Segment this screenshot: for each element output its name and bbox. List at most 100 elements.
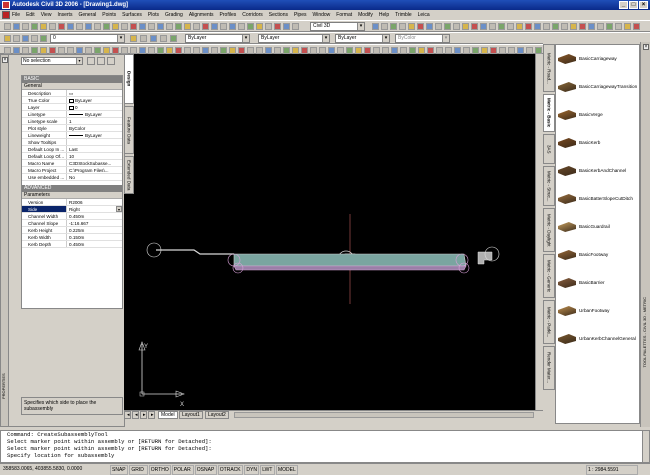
toolbar-button[interactable] [417, 23, 424, 30]
toolbar-button[interactable] [301, 47, 308, 54]
toolbar-button[interactable] [130, 35, 137, 42]
tool-basicfootway[interactable]: BasicFootway [558, 247, 640, 263]
toolbar-button[interactable] [148, 47, 155, 54]
toolbar-button[interactable] [40, 47, 47, 54]
property-row-kerb-depth[interactable]: Kerb Depth 0.450m [22, 241, 122, 248]
tab-nav-last[interactable]: ▸ [148, 411, 155, 419]
toggle-pickadd-button[interactable] [87, 57, 95, 65]
status-toggle-osnap[interactable]: OSNAP [194, 465, 217, 475]
tool-basiccarriagewaytransition[interactable]: BasicCarriagewayTransition [558, 79, 640, 95]
menu-sections[interactable]: Sections [269, 12, 288, 18]
toolbar-button[interactable] [184, 23, 191, 30]
toolbar-button[interactable] [346, 47, 353, 54]
toolbar-button[interactable] [372, 23, 379, 30]
toolbar-button[interactable] [4, 47, 11, 54]
tool-basicbarrier[interactable]: BasicBarrier [558, 275, 640, 291]
toolbar-button[interactable] [570, 23, 577, 30]
toolbar-button[interactable] [40, 23, 47, 30]
toolbar-button[interactable] [85, 23, 92, 30]
menu-surfaces[interactable]: Surfaces [122, 12, 142, 18]
menu-alignments[interactable]: Alignments [189, 12, 214, 18]
toolbar-button[interactable] [193, 47, 200, 54]
toolbar-button[interactable] [40, 35, 47, 42]
toolbar-button[interactable] [76, 23, 83, 30]
toolbar-button[interactable] [283, 47, 290, 54]
property-value[interactable]: -1:16.667 [67, 220, 122, 226]
status-toggle-grid[interactable]: GRID [129, 465, 148, 475]
property-value[interactable]: R2006 [67, 199, 122, 205]
property-row-true-color[interactable]: True Color ByLayer [22, 97, 122, 104]
toolbar-button[interactable] [157, 23, 164, 30]
menu-inserts[interactable]: Inserts [57, 12, 72, 18]
layer-combo[interactable]: 0 ▾ [50, 34, 125, 43]
toolbar-button[interactable] [552, 23, 559, 30]
toolbar-button[interactable] [274, 23, 281, 30]
toolbar-button[interactable] [202, 47, 209, 54]
property-value[interactable]: C3DStockSubasse... [67, 160, 122, 166]
property-row-kerb-height[interactable]: Kerb Height 0.225m [22, 227, 122, 234]
toolbar-button[interactable] [166, 23, 173, 30]
menu-points[interactable]: Points [102, 12, 116, 18]
menu-file[interactable]: File [12, 12, 20, 18]
property-row-plot-style[interactable]: Plot style ByColor [22, 125, 122, 132]
toolbar-button[interactable] [13, 35, 20, 42]
toolbar-button[interactable] [170, 35, 177, 42]
tab-feature-data[interactable]: Feature Data [124, 106, 134, 154]
selection-dropdown[interactable]: No selection ▾ [21, 57, 83, 65]
tool-basickerbandchannel[interactable]: BasicKerbAndChannel [558, 163, 640, 179]
tool-basicverge[interactable]: BasicVerge [558, 107, 640, 123]
toolbar-button[interactable] [13, 47, 20, 54]
toolbar-button[interactable] [328, 47, 335, 54]
status-toggle-polar[interactable]: POLAR [171, 465, 194, 475]
property-value[interactable]: 0.450m [67, 241, 122, 247]
toolbar-button[interactable] [150, 35, 157, 42]
toolbar-button[interactable] [543, 23, 550, 30]
toolbar-button[interactable] [157, 47, 164, 54]
toolbar-button[interactable] [94, 47, 101, 54]
toolbar-button[interactable] [490, 47, 497, 54]
toolbar-button[interactable] [426, 23, 433, 30]
tool-basiccarriageway[interactable]: BasicCarriageway [558, 51, 640, 67]
toolbar-button[interactable] [373, 47, 380, 54]
tool-basicbatterslopecutditch[interactable]: BasicBatterSlopeCutDitch [558, 191, 640, 207]
coordinate-readout[interactable]: 358583.0065, 403855.5830, 0.0000 [2, 465, 102, 475]
toolbar-button[interactable] [4, 23, 11, 30]
toolbar-button[interactable] [292, 23, 299, 30]
toolbar-button[interactable] [202, 23, 209, 30]
property-row-macro-name[interactable]: Macro Name C3DStockSubasse... [22, 160, 122, 167]
quick-select-button[interactable] [107, 57, 115, 65]
workspace-combo[interactable]: Civil 3D ▾ [310, 22, 365, 31]
property-value[interactable]: Right ▾ [67, 206, 122, 212]
color-combo[interactable]: ByLayer ▾ [185, 34, 250, 43]
property-row-channel-slope[interactable]: Channel Slope -1:16.667 [22, 220, 122, 227]
toolbar-button[interactable] [391, 47, 398, 54]
toolbar-button[interactable] [462, 23, 469, 30]
toolbar-button[interactable] [13, 23, 20, 30]
linetype-combo[interactable]: ByLayer ▾ [258, 34, 330, 43]
toolbar-button[interactable] [606, 23, 613, 30]
status-toggle-snap[interactable]: SNAP [110, 465, 129, 475]
command-line[interactable]: Command: CreateSubassemblyTool Select mar… [0, 430, 650, 463]
toolbar-button[interactable] [535, 47, 542, 54]
toolbar-button[interactable] [525, 23, 532, 30]
toolbar-button[interactable] [166, 47, 173, 54]
command-scrollbar[interactable] [642, 431, 649, 462]
toolbar-button[interactable] [508, 47, 515, 54]
toolbar-button[interactable] [22, 23, 29, 30]
toolbar-button[interactable] [67, 23, 74, 30]
chevron-down-icon[interactable]: ▾ [116, 206, 122, 212]
minimize-button[interactable]: _ [619, 1, 628, 9]
toolbar-button[interactable] [112, 47, 119, 54]
menu-trimble[interactable]: Trimble [395, 12, 411, 18]
property-value[interactable]: No [67, 174, 122, 180]
toolbar-button[interactable] [516, 23, 523, 30]
toolbar-button[interactable] [256, 47, 263, 54]
status-toggle-dyn[interactable]: DYN [244, 465, 260, 475]
toolbar-button[interactable] [58, 23, 65, 30]
property-value[interactable]: 10 [67, 153, 122, 159]
toolbar-button[interactable] [624, 23, 631, 30]
toolbar-button[interactable] [489, 23, 496, 30]
palette-tab-0[interactable]: Metric - Road... [543, 44, 555, 92]
property-value[interactable]: ByLayer [67, 111, 122, 117]
property-row-layer[interactable]: Layer 0 [22, 104, 122, 111]
